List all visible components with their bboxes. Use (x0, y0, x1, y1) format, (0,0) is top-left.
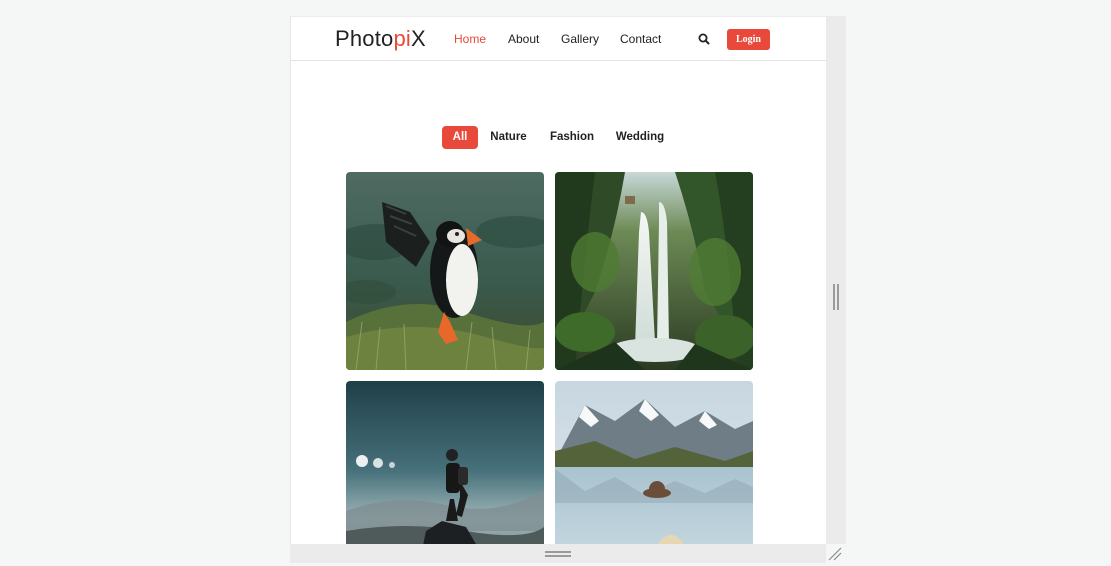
gallery-photo-waterfall[interactable] (555, 172, 753, 370)
scroll-grip-line (833, 284, 835, 310)
nav-gallery-link[interactable]: Gallery (561, 32, 599, 46)
brand-accent: pi (393, 26, 412, 51)
filter-fashion[interactable]: Fashion (546, 126, 598, 149)
search-icon[interactable] (697, 32, 711, 46)
gallery-filters: All Nature Fashion Wedding (291, 126, 826, 150)
resize-handle-icon[interactable] (827, 547, 843, 561)
brand-prefix: Photo (335, 26, 394, 51)
filter-all[interactable]: All (442, 126, 478, 149)
nav-home-link[interactable]: Home (454, 32, 486, 46)
brand-logo[interactable]: PhotopiX (335, 27, 426, 51)
horizontal-scrollbar[interactable] (290, 544, 826, 563)
scroll-grip-line (837, 284, 839, 310)
gallery-photo-mountain-lake[interactable] (555, 381, 753, 545)
scroll-grip-line (545, 551, 571, 553)
browser-viewport: PhotopiX Home About Gallery Contact Logi… (290, 16, 826, 545)
filter-wedding[interactable]: Wedding (613, 126, 667, 149)
nav-contact-link[interactable]: Contact (620, 32, 661, 46)
navbar: PhotopiX Home About Gallery Contact Logi… (291, 17, 826, 61)
filter-nature[interactable]: Nature (487, 126, 530, 149)
brand-suffix: X (411, 26, 426, 51)
scroll-grip-line (545, 555, 571, 557)
nav-about-link[interactable]: About (508, 32, 539, 46)
gallery-photo-puffin[interactable] (346, 172, 544, 370)
vertical-scrollbar[interactable] (826, 16, 846, 544)
gallery-photo-hiker[interactable] (346, 381, 544, 545)
login-button[interactable]: Login (727, 29, 770, 50)
